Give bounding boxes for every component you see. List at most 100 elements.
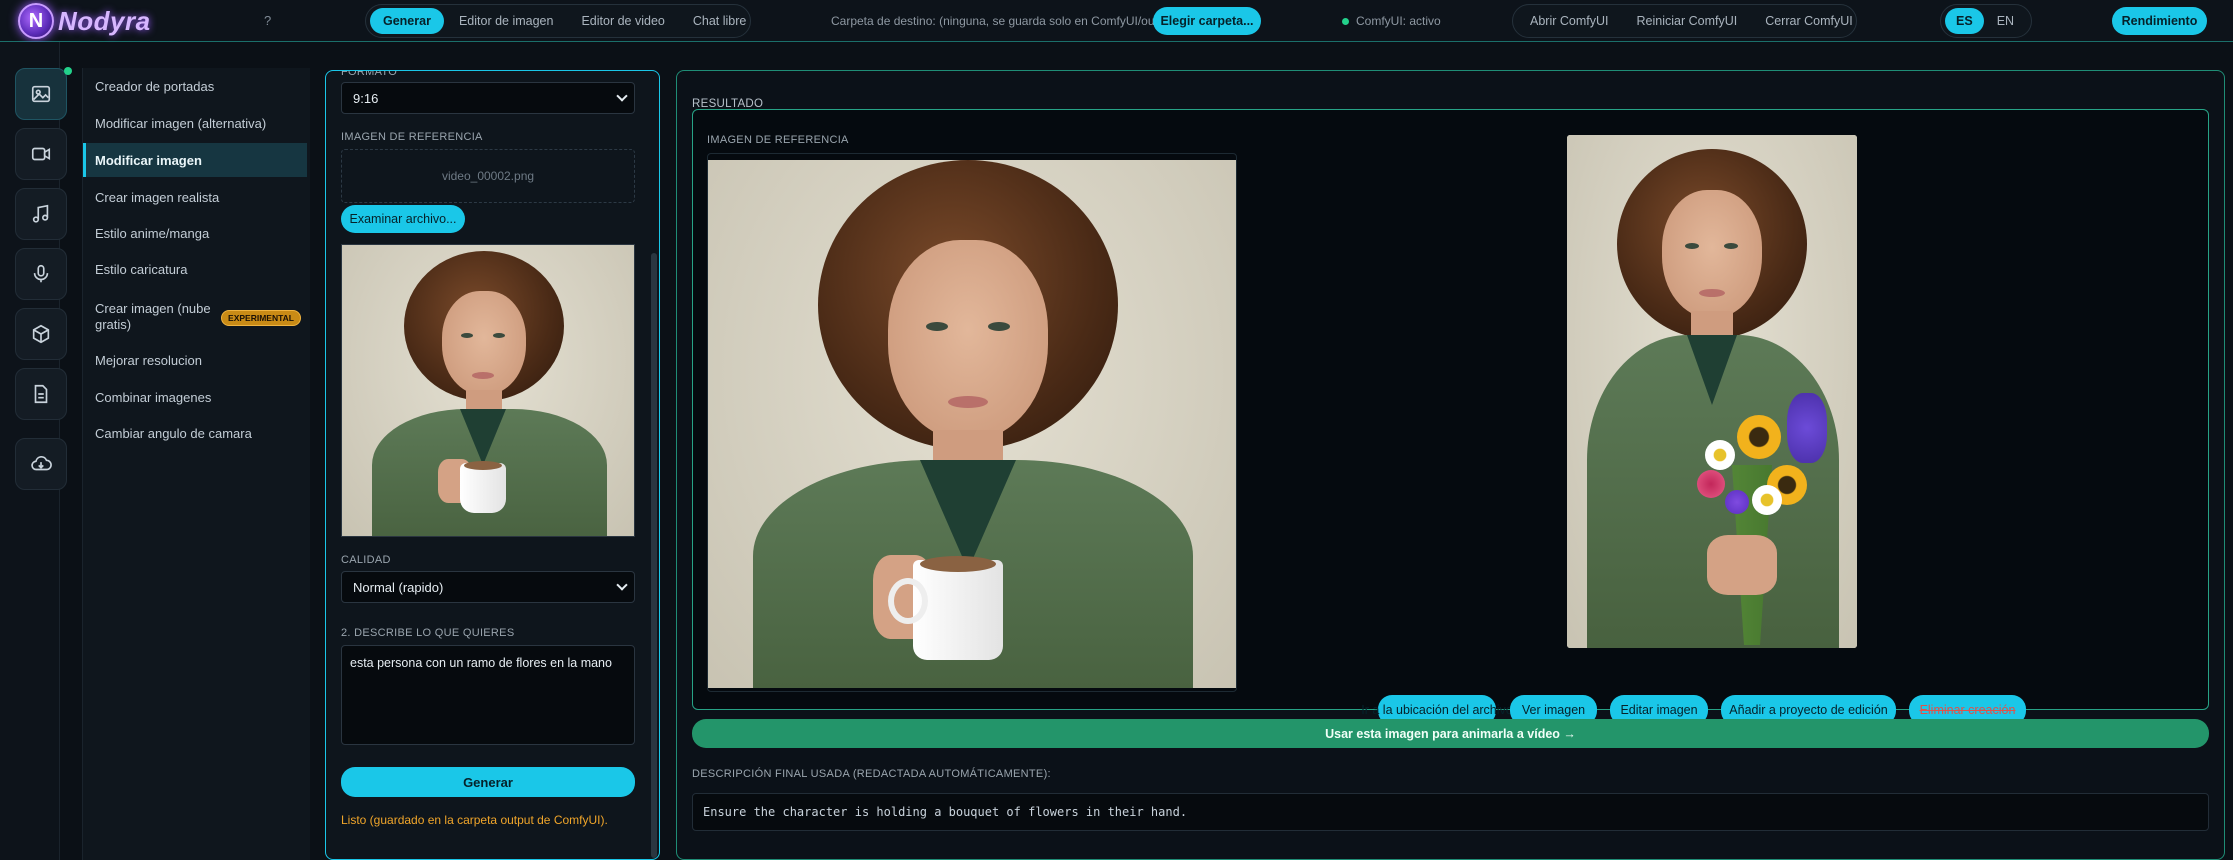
logo-mark: N [18,3,54,39]
rail-document-button[interactable] [15,368,67,420]
tab-chat-libre[interactable]: Chat libre [680,8,760,34]
app-logo[interactable]: N Nodyra [18,3,151,39]
menu-item-anime[interactable]: Estilo anime/manga [83,216,307,250]
result-reference-label: IMAGEN DE REFERENCIA [707,134,849,146]
menu-item-mejorar-resolucion[interactable]: Mejorar resolucion [83,343,307,377]
daisy [1705,440,1735,470]
chevron-down-icon [616,579,628,591]
rail-music-button[interactable] [15,188,67,240]
rail-image-button[interactable] [15,68,67,120]
final-description-label: DESCRIPCIÓN FINAL USADA (REDACTADA AUTOM… [692,768,1051,780]
performance-button[interactable]: Rendimiento [2112,7,2207,35]
comfy-status-text: ComfyUI: activo [1356,14,1441,28]
sunflower [1737,415,1781,459]
rail-cloud-button[interactable] [15,438,67,490]
lips [948,396,988,408]
rose [1697,470,1725,498]
result-panel: RESULTADO IMAGEN DE REFERENCIA Ir a la u… [676,70,2225,860]
daisy [1752,485,1782,515]
eye [461,333,473,338]
menu-item-angulo-camara[interactable]: Cambiar angulo de camara [83,416,307,450]
generate-button[interactable]: Generar [341,767,635,797]
mug-handle [888,578,928,624]
image-icon [31,85,51,103]
lang-en-button[interactable]: EN [1986,8,2025,34]
video-icon [31,147,51,161]
eye [926,322,948,331]
status-dot-icon [1342,17,1349,25]
menu-item-modificar-alternativa[interactable]: Modificar imagen (alternativa) [83,106,307,140]
open-comfyui-button[interactable]: Abrir ComfyUI [1517,8,1621,34]
rail-voice-button[interactable] [15,248,67,300]
status-message: Listo (guardado en la carpeta output de … [341,813,608,827]
format-value: 9:16 [353,90,379,106]
document-icon [34,384,48,404]
eye [493,333,505,338]
help-button[interactable]: ? [264,13,271,28]
tab-editor-video[interactable]: Editor de video [568,8,677,34]
menu-item-label: Crear imagen (nube gratis) [95,301,211,332]
menu-item-modificar-imagen[interactable]: Modificar imagen [83,143,307,177]
music-icon [32,204,49,223]
browse-file-button[interactable]: Examinar archivo... [341,205,465,233]
experimental-badge: EXPERIMENTAL [221,310,301,326]
reference-image-frame [707,153,1237,692]
generated-image[interactable] [1567,135,1857,648]
menu-item-imagen-realista[interactable]: Crear imagen realista [83,180,307,214]
cube-icon [32,324,50,344]
eye [988,322,1010,331]
hand [1707,535,1777,595]
face [888,240,1048,440]
controls-panel: FORMATO 9:16 IMAGEN DE REFERENCIA video_… [325,70,660,860]
logo-text: Nodyra [58,5,151,36]
describe-label: 2. DESCRIBE LO QUE QUIERES [341,627,515,639]
close-comfyui-button[interactable]: Cerrar ComfyUI [1752,8,1866,34]
restart-comfyui-button[interactable]: Reiniciar ComfyUI [1623,8,1750,34]
rail-video-button[interactable] [15,128,67,180]
coffee [464,461,502,470]
choose-folder-button[interactable]: Elegir carpeta... [1153,7,1261,35]
panel-scrollbar[interactable] [651,253,657,858]
rail-3d-button[interactable] [15,308,67,360]
format-select[interactable]: 9:16 [341,82,635,114]
menu-item-nube-gratis[interactable]: Crear imagen (nube gratis) EXPERIMENTAL [83,296,307,338]
notification-dot-icon [64,67,72,75]
menu-item-caricatura[interactable]: Estilo caricatura [83,252,307,286]
menu-item-creador-portadas[interactable]: Creador de portadas [83,69,307,103]
result-inner: IMAGEN DE REFERENCIA Ir a la ubicación d… [692,109,2209,725]
face [442,291,526,395]
tab-generar[interactable]: Generar [370,8,444,34]
comfy-status: ComfyUI: activo [1342,14,1441,28]
top-bar: N Nodyra ? Generar Editor de imagen Edit… [0,0,2233,42]
tool-menu: Creador de portadas Modificar imagen (al… [82,68,310,860]
destination-folder-text: Carpeta de destino: (ninguna, se guarda … [831,14,1179,28]
main-tabs: Generar Editor de imagen Editor de video… [365,4,751,38]
violet [1725,490,1749,514]
quality-select[interactable]: Normal (rapido) [341,571,635,603]
coffee [920,556,996,572]
face [1662,190,1762,318]
reference-dropzone[interactable]: video_00002.png [341,149,635,203]
tab-editor-imagen[interactable]: Editor de imagen [446,8,567,34]
final-description: Ensure the character is holding a bouque… [692,793,2209,831]
quality-value: Normal (rapido) [353,579,444,595]
eye [1685,243,1699,249]
reference-image[interactable] [708,160,1236,688]
coffee-mug [460,463,506,513]
microphone-icon [33,264,49,283]
lips [1699,289,1725,297]
cloud-download-icon [31,455,52,471]
format-label: FORMATO [341,70,398,78]
chevron-down-icon [616,90,628,102]
reference-thumbnail[interactable] [341,244,635,537]
prompt-textarea[interactable]: esta persona con un ramo de flores en la… [341,645,635,745]
animate-to-video-button[interactable]: Usar esta imagen para animarla a vídeo → [692,719,2209,748]
coffee-mug [913,560,1003,660]
comfy-actions: Abrir ComfyUI Reiniciar ComfyUI Cerrar C… [1512,4,1857,38]
eye [1724,243,1738,249]
icon-rail [0,42,67,860]
lavender [1787,393,1827,463]
lips [472,372,494,379]
menu-item-combinar[interactable]: Combinar imagenes [83,380,307,414]
lang-es-button[interactable]: ES [1945,8,1984,34]
